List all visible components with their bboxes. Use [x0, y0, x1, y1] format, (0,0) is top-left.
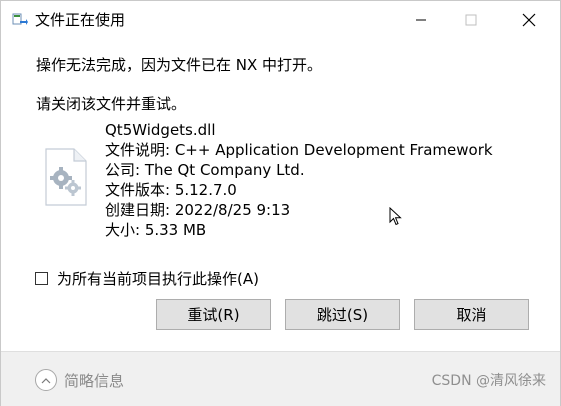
file-name: Qt5Widgets.dll	[105, 121, 216, 139]
file-version: 文件版本: 5.12.7.0	[105, 181, 237, 199]
file-details: Qt5Widgets.dll 文件说明: C++ Application Dev…	[105, 120, 493, 240]
chevron-up-icon[interactable]	[35, 369, 57, 391]
window-title: 文件正在使用	[35, 11, 126, 29]
file-description: 文件说明: C++ Application Development Framew…	[105, 141, 493, 159]
error-message: 操作无法完成，因为文件已在 NX 中打开。	[36, 56, 323, 74]
file-in-use-dialog: 文件正在使用 操作无法完成，因为文件已在 NX 中打开。 请关闭该文件并重试。	[0, 0, 561, 406]
retry-button[interactable]: 重试(R)	[156, 299, 271, 330]
file-company: 公司: The Qt Company Ltd.	[105, 161, 305, 179]
details-toggle-label[interactable]: 简略信息	[64, 370, 124, 391]
title-bar[interactable]: 文件正在使用	[1, 1, 560, 39]
dll-file-icon	[44, 148, 88, 206]
close-button[interactable]	[506, 1, 552, 38]
watermark: CSDN @清风徐来	[431, 373, 546, 389]
apply-all-option[interactable]: 为所有当前项目执行此操作(A)	[35, 268, 259, 289]
cancel-button[interactable]: 取消	[414, 299, 529, 330]
details-toggle[interactable]: 简略信息	[35, 369, 124, 391]
mouse-cursor-icon	[389, 206, 403, 227]
minimize-icon	[416, 19, 426, 20]
maximize-icon	[465, 14, 477, 25]
maximize-button[interactable]	[448, 1, 494, 38]
instruction-message: 请关闭该文件并重试。	[36, 95, 187, 113]
apply-all-label[interactable]: 为所有当前项目执行此操作(A)	[57, 268, 259, 289]
file-size: 大小: 5.33 MB	[105, 221, 207, 239]
apply-all-checkbox[interactable]	[35, 272, 48, 285]
skip-button[interactable]: 跳过(S)	[285, 299, 400, 330]
file-created-date: 创建日期: 2022/8/25 9:13	[105, 201, 291, 219]
dialog-footer: 简略信息 CSDN @清风徐来	[1, 351, 560, 406]
file-move-icon	[12, 12, 28, 28]
minimize-button[interactable]	[398, 1, 444, 38]
close-icon	[522, 13, 536, 26]
